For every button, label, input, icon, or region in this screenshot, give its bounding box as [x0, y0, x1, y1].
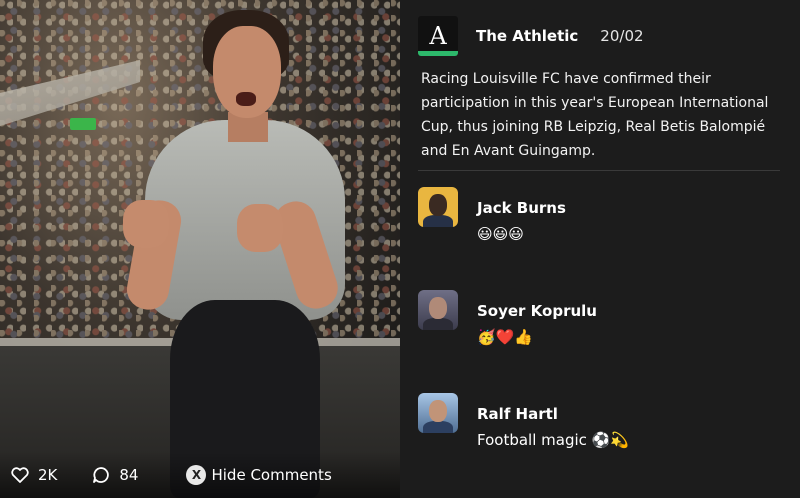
comment-bubble-icon [91, 465, 111, 485]
comment-text: 🥳❤️👍 [477, 328, 534, 346]
logo-letter: A [429, 22, 447, 50]
comment-text: 😃😃😃 [477, 225, 524, 243]
celebrating-player [115, 0, 355, 498]
divider [418, 170, 780, 171]
comments-stat[interactable]: 84 [91, 465, 138, 485]
post-date: 20/02 [600, 27, 644, 45]
avatar [418, 290, 458, 330]
avatar [418, 393, 458, 433]
logo-accent-stripe [418, 51, 458, 56]
comment-author: Jack Burns [477, 199, 566, 217]
player-right-fist [237, 204, 283, 252]
social-post-panel: A The Athletic 20/02 Racing Louisville F… [400, 0, 800, 498]
post-source-name: The Athletic [476, 27, 579, 45]
x-button-icon: X [186, 465, 207, 485]
likes-stat[interactable]: 2K [10, 465, 57, 485]
avatar [418, 187, 458, 227]
exit-sign [70, 118, 96, 130]
player-left-fist [123, 200, 169, 248]
post-header: A The Athletic 20/02 [418, 16, 644, 56]
likes-count: 2K [38, 466, 58, 484]
heart-icon [10, 465, 30, 485]
hide-comments-label: Hide Comments [211, 466, 332, 484]
hide-comments-button[interactable]: X Hide Comments [186, 465, 332, 485]
player-mouth [236, 92, 256, 106]
the-athletic-logo: A [418, 16, 458, 56]
post-body-text: Racing Louisville FC have confirmed thei… [421, 71, 769, 159]
comment-author: Soyer Koprulu [477, 302, 597, 320]
post-actions-bar: 2K 84 X Hide Comments [0, 452, 400, 498]
match-scene-image: 2K 84 X Hide Comments [0, 0, 400, 498]
comment-author: Ralf Hartl [477, 405, 558, 423]
comment-text: Football magic ⚽💫 [477, 431, 630, 449]
comments-count: 84 [119, 466, 139, 484]
